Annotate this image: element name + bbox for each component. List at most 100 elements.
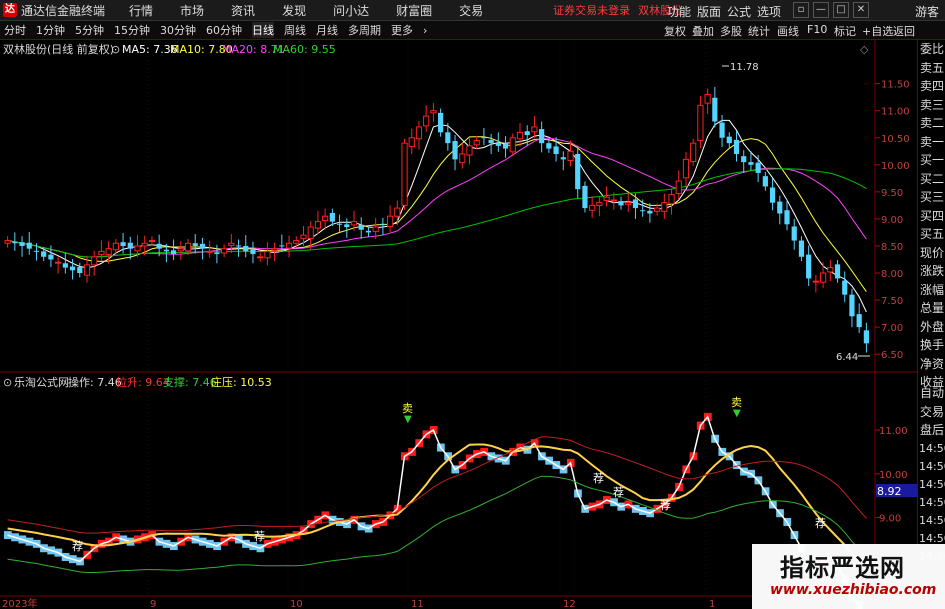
candle-down xyxy=(791,226,797,241)
candle-up xyxy=(401,142,408,206)
guest-label[interactable]: 游客 xyxy=(915,3,939,20)
side-panel-item[interactable]: 卖四 xyxy=(918,77,945,96)
ma60-line xyxy=(7,168,867,258)
menu-zixun[interactable]: 资讯 xyxy=(231,2,255,19)
candle-down xyxy=(719,122,725,138)
period-60min[interactable]: 60分钟 xyxy=(206,22,242,38)
close-icon[interactable]: ✕ xyxy=(853,2,869,18)
tool-huaxian[interactable]: 画线 xyxy=(777,23,799,39)
side-panel-item[interactable]: 买四 xyxy=(918,207,945,226)
period-multi[interactable]: 多周期 xyxy=(348,22,381,38)
side-panel-item[interactable]: 买三 xyxy=(918,188,945,207)
menu-wenxiaoda[interactable]: 问小达 xyxy=(333,2,369,19)
menu-faxian[interactable]: 发现 xyxy=(282,2,306,19)
tool-diejia[interactable]: 叠加 xyxy=(692,23,714,39)
y-tick-label: 11.50 xyxy=(881,80,910,91)
side-panel-tab[interactable]: 盘后 xyxy=(918,421,945,440)
kline-svg[interactable]: 11.50 11.00 10.50 10.00 9.50 9.00 8.50 8.00 7.50… xyxy=(0,40,917,609)
side-panel-item[interactable]: 卖五 xyxy=(918,59,945,78)
candle-down xyxy=(553,146,559,154)
watermark-title: 指标严选网 xyxy=(780,554,905,582)
gear-icon[interactable]: ⊙ xyxy=(3,376,12,389)
trade-login-notice[interactable]: 证券交易未登录 xyxy=(553,2,630,18)
side-panel-item[interactable]: 买五 xyxy=(918,225,945,244)
side-panel-item[interactable]: 买二 xyxy=(918,170,945,189)
tool-f10[interactable]: F10 xyxy=(807,23,827,36)
recommend-marker: 荐 xyxy=(815,517,826,530)
candle-up xyxy=(690,142,697,163)
candle-up xyxy=(567,150,574,161)
y-tick-label: 6.50 xyxy=(881,350,903,361)
candle-down xyxy=(784,210,790,225)
side-panel-item[interactable]: 换手 xyxy=(918,336,945,355)
menu-hangqing[interactable]: 行情 xyxy=(129,2,153,19)
candle-down xyxy=(618,201,624,206)
chevron-right-icon[interactable]: › xyxy=(423,24,427,37)
period-1min[interactable]: 1分钟 xyxy=(36,22,65,38)
candle-up xyxy=(4,240,11,244)
menu-gongneng[interactable]: 功能 xyxy=(667,3,691,20)
side-panel-item[interactable]: 涨跌 xyxy=(918,262,945,281)
x-axis-label: 9 xyxy=(150,599,156,609)
candle-up xyxy=(322,215,329,222)
menu-caifuquan[interactable]: 财富圈 xyxy=(396,2,432,19)
period-more[interactable]: 更多 xyxy=(391,22,413,38)
side-panel-item[interactable]: 总量 xyxy=(918,299,945,318)
tool-back[interactable]: 返回 xyxy=(893,23,915,39)
side-panel-item[interactable]: 卖三 xyxy=(918,96,945,115)
period-daily[interactable]: 日线 xyxy=(252,22,274,38)
candle-up xyxy=(589,204,596,211)
side-panel-item[interactable]: 净资 xyxy=(918,355,945,374)
tool-duogu[interactable]: 多股 xyxy=(720,23,742,39)
candle-up xyxy=(83,264,91,276)
tool-fuquan[interactable]: 复权 xyxy=(664,23,686,39)
side-panel-item[interactable]: 涨幅 xyxy=(918,281,945,300)
restore-icon[interactable]: ▫ xyxy=(793,2,809,18)
candle-down xyxy=(438,112,444,133)
candle-down xyxy=(539,129,545,144)
tool-tongji[interactable]: 统计 xyxy=(748,23,770,39)
period-monthly[interactable]: 月线 xyxy=(316,22,338,38)
side-panel-item[interactable]: 委比 xyxy=(918,40,945,59)
side-panel-tab[interactable]: 交易 xyxy=(918,403,945,422)
side-panel-item[interactable]: 卖一 xyxy=(918,133,945,152)
chevron-down-icon[interactable]: ⊙ xyxy=(111,43,120,56)
candle-up xyxy=(221,248,228,254)
period-30min[interactable]: 30分钟 xyxy=(160,22,196,38)
side-panel-item[interactable]: 外盘 xyxy=(918,318,945,337)
trade-time: 14:50 xyxy=(919,477,945,491)
candle-up xyxy=(91,256,98,266)
tool-biaoji[interactable]: 标记 xyxy=(834,23,856,39)
side-panel-item[interactable]: 卖二 xyxy=(918,114,945,133)
maximize-icon[interactable]: □ xyxy=(833,2,849,18)
trade-time: 14:50 xyxy=(919,441,945,455)
tool-add-favorite[interactable]: +自选 xyxy=(862,23,893,39)
menu-shichang[interactable]: 市场 xyxy=(180,2,204,19)
diamond-icon[interactable]: ◇ xyxy=(860,43,869,56)
y-tick-label: 8.50 xyxy=(881,242,903,253)
candle-up xyxy=(148,240,156,243)
menu-gongshi[interactable]: 公式 xyxy=(727,3,751,20)
menu-jiaoyi[interactable]: 交易 xyxy=(459,2,483,19)
menu-banmian[interactable]: 版面 xyxy=(697,3,721,20)
minimize-icon[interactable]: — xyxy=(813,2,829,18)
period-weekly[interactable]: 周线 xyxy=(284,22,306,38)
period-fenshi[interactable]: 分时 xyxy=(4,22,26,38)
candle-down xyxy=(481,137,487,139)
y-tick-label: 8.00 xyxy=(881,269,903,280)
candle-down xyxy=(170,250,177,255)
menu-xuanxiang[interactable]: 选项 xyxy=(757,3,781,20)
side-panel-item[interactable]: 现价 xyxy=(918,244,945,263)
period-15min[interactable]: 15分钟 xyxy=(114,22,150,38)
candle-up xyxy=(408,137,415,147)
recommend-marker: 荐 xyxy=(613,486,624,499)
candle-down xyxy=(806,254,812,279)
candle-down xyxy=(849,294,855,317)
side-panel-item[interactable]: 买一 xyxy=(918,151,945,170)
period-5min[interactable]: 5分钟 xyxy=(75,22,104,38)
candle-up xyxy=(372,226,379,232)
candle-down xyxy=(163,249,169,252)
side-panel-tab[interactable]: 自动 xyxy=(918,384,945,403)
candle-up xyxy=(596,202,603,206)
chart-area[interactable]: 11.50 11.00 10.50 10.00 9.50 9.00 8.50 8.00 7.50… xyxy=(0,40,917,609)
